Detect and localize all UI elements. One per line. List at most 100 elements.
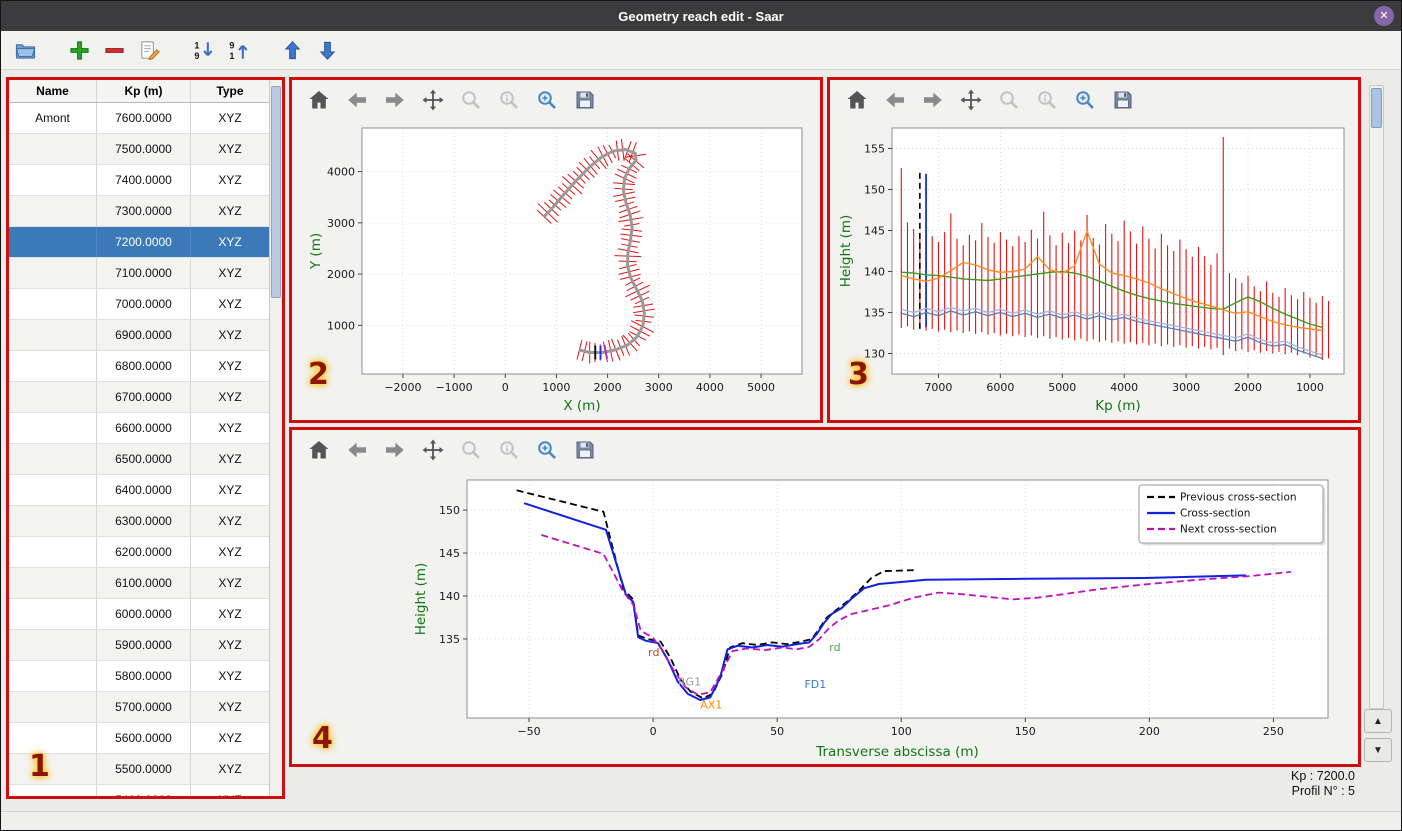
svg-text:2000: 2000 [1234,381,1262,394]
plot-back-button[interactable] [882,87,908,113]
table-row[interactable]: 7100.0000 XYZ [9,258,269,289]
profile-plot-toolbar [830,80,1358,120]
table-row[interactable]: 5400.0000XYZ [9,785,269,796]
move-down-button[interactable] [313,36,341,64]
profile-down-button[interactable]: ▼ [1364,738,1392,762]
cell-kp: 5900.0000 [97,630,191,660]
cell-kp: 6700.0000 [97,382,191,412]
remove-icon [104,47,124,53]
table-row[interactable]: 6600.0000 XYZ [9,413,269,444]
table-row[interactable]: 5900.0000 XYZ [9,630,269,661]
svg-text:3000: 3000 [1172,381,1200,394]
sort-desc-button[interactable]: 19 [189,36,217,64]
plot-home-button[interactable] [306,437,332,463]
cell-type: XYZ [218,173,242,187]
plot-back-button[interactable] [344,87,370,113]
cell-name [9,568,97,598]
svg-text:1: 1 [229,51,234,61]
plot-zoom-plus-button[interactable] [1072,87,1098,113]
longitudinal-profile-panel: 7000 6000 5000 4000 3000 2000 1000 130 135 140 145… [827,77,1361,423]
table-scrollbar-thumb[interactable] [271,86,281,298]
open-button[interactable] [11,36,39,64]
cross-section-panel: rd RG1 AX1 FD1 rd −50 0 50 100 150 200 250 135 140 145… [289,427,1361,767]
table-row[interactable]: 6200.0000 XYZ [9,537,269,568]
table-row[interactable]: 5800.0000 XYZ [9,661,269,692]
table-row[interactable]: 7000.0000 XYZ [9,289,269,320]
move-up-button[interactable] [278,36,306,64]
plot-zoom-plus-button[interactable] [534,87,560,113]
table-row[interactable]: 7200.0000 XYZ [9,227,269,258]
cell-name [9,382,97,412]
table-scrollbar[interactable] [269,80,282,796]
plot-home-button[interactable] [306,87,332,113]
plot-home-button[interactable] [844,87,870,113]
plot-forward-button[interactable] [920,87,946,113]
table-row[interactable]: 6000.0000 XYZ [9,599,269,630]
close-button[interactable]: ✕ [1374,6,1394,26]
cell-type: XYZ [218,421,242,435]
plot-save-button[interactable] [1110,87,1136,113]
cell-name [9,506,97,536]
table-row[interactable]: 6100.0000 XYZ [9,568,269,599]
cell-type: XYZ [218,638,242,652]
remove-button[interactable] [100,36,128,64]
right-scrollbar[interactable] [1369,85,1384,709]
plot-forward-button[interactable] [382,87,408,113]
add-button[interactable] [65,36,93,64]
svg-text:1000: 1000 [327,319,355,332]
plot-save-button[interactable] [572,87,598,113]
cell-type: XYZ [218,235,242,249]
cell-name [9,661,97,691]
profil-readout: Profil N° : 5 [1291,784,1355,798]
sort-asc-button[interactable]: 91 [224,36,252,64]
cell-name [9,227,97,257]
cell-type: XYZ [218,111,242,125]
cell-type: XYZ [218,669,242,683]
pan-icon [422,439,444,461]
table-row[interactable]: Amont 7600.0000 XYZ [9,103,269,134]
profile-up-button[interactable]: ▲ [1364,709,1392,733]
svg-text:Height (m): Height (m) [413,563,429,636]
zoom-info-icon [500,441,518,459]
table-row[interactable]: 7500.0000 XYZ [9,134,269,165]
plot-pan-button[interactable] [420,87,446,113]
column-header-type[interactable]: Type [191,80,269,102]
edit-button[interactable] [135,36,163,64]
zoom-icon [462,91,480,109]
svg-text:3000: 3000 [327,217,355,230]
plot-zoom-info-button [496,437,522,463]
plot-forward-button[interactable] [382,437,408,463]
svg-text:100: 100 [891,725,912,738]
table-row[interactable]: 5700.0000 XYZ [9,692,269,723]
right-scrollbar-thumb[interactable] [1371,88,1382,128]
svg-text:1: 1 [194,40,199,50]
column-header-kp[interactable]: Kp (m) [97,80,191,102]
table-row[interactable]: 6700.0000 XYZ [9,382,269,413]
table-row[interactable]: 6500.0000 XYZ [9,444,269,475]
table-row[interactable]: 7300.0000 XYZ [9,196,269,227]
plan-view-chart[interactable]: −2000 −1000 0 1000 2000 3000 4000 5000 1000 2000 3… [292,120,820,418]
plot-zoom-plus-button[interactable] [534,437,560,463]
svg-text:6000: 6000 [986,381,1014,394]
table-row[interactable]: 6300.0000 XYZ [9,506,269,537]
zoom-info-icon [500,91,518,109]
plot-save-button[interactable] [572,437,598,463]
plot-pan-button[interactable] [958,87,984,113]
table-row[interactable]: 6800.0000 XYZ [9,351,269,382]
statusbar [1,811,1401,830]
cell-kp: 6600.0000 [97,413,191,443]
toolbar-separator [259,50,271,51]
table-row[interactable]: 6900.0000 XYZ [9,320,269,351]
cell-kp: 6300.0000 [97,506,191,536]
cross-section-chart[interactable]: rd RG1 AX1 FD1 rd −50 0 50 100 150 200 250 135 140 145… [292,470,1358,764]
plot-pan-button[interactable] [420,437,446,463]
table-row[interactable]: 7400.0000 XYZ [9,165,269,196]
cell-name [9,134,97,164]
plot-back-button[interactable] [344,437,370,463]
table-row[interactable]: 6400.0000 XYZ [9,475,269,506]
cell-name [9,537,97,567]
forward-icon [924,92,942,108]
zoom-icon [1000,91,1018,109]
column-header-name[interactable]: Name [9,80,97,102]
longitudinal-profile-chart[interactable]: 7000 6000 5000 4000 3000 2000 1000130135140145… [830,120,1358,418]
